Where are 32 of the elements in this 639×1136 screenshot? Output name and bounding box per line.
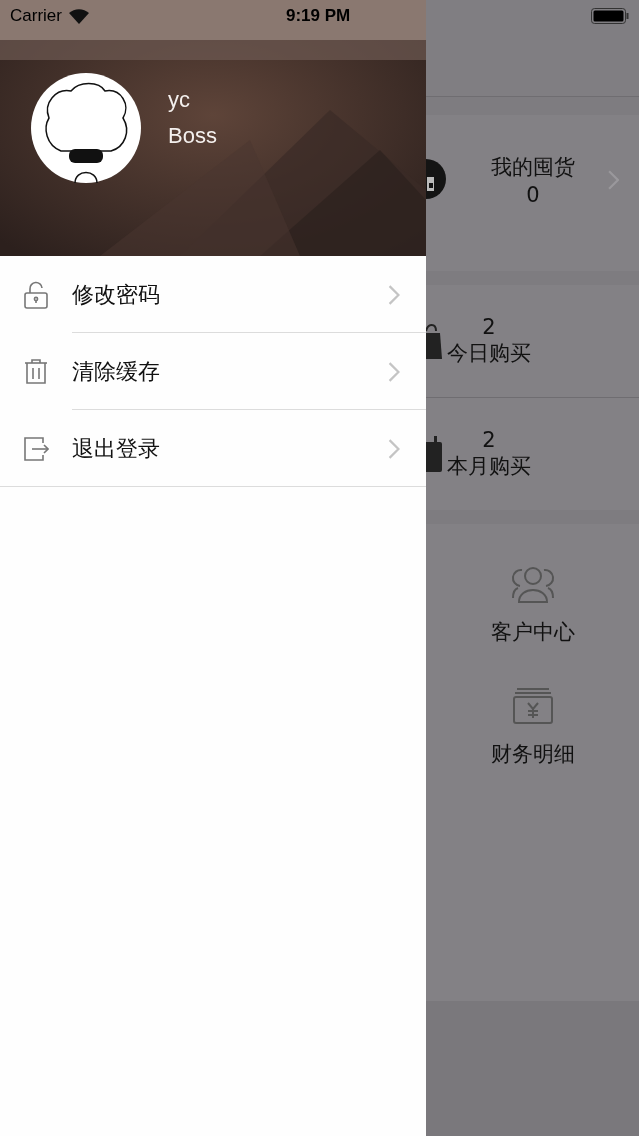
purchase-label: 今日购买: [447, 340, 531, 367]
user-role: Boss: [168, 123, 217, 149]
status-time: 9:19 PM: [286, 6, 351, 26]
wifi-icon: [68, 8, 89, 24]
stock-label: 我的囤货: [491, 154, 575, 181]
purchase-count: 2: [482, 315, 496, 339]
carrier-name: Carrier: [10, 6, 62, 26]
menu-item[interactable]: 退出登录: [0, 410, 426, 487]
house-icon: [426, 159, 446, 199]
trash-icon: [23, 357, 49, 386]
chevron-icon: [388, 438, 400, 459]
purchase-count: 2: [482, 428, 496, 452]
user-name: yc: [168, 87, 191, 113]
menu-item[interactable]: 修改密码: [0, 256, 426, 333]
stock-count: 0: [526, 183, 540, 207]
people-icon: [510, 564, 555, 604]
lock-icon: [23, 280, 49, 309]
avatar-icon: [31, 73, 141, 183]
calendar-icon: [426, 436, 442, 472]
bag-icon: [426, 323, 442, 359]
purchase-card[interactable]: 2 本月购买: [426, 397, 639, 510]
shortcut-item[interactable]: 财务明细: [490, 686, 575, 768]
chevron-icon: [388, 361, 400, 382]
stock-card[interactable]: 我的囤货 0: [426, 115, 639, 271]
purchase-card[interactable]: 2 今日购买: [426, 285, 639, 397]
logout-icon: [23, 434, 49, 463]
wallet-icon: [510, 686, 555, 726]
purchase-label: 本月购买: [447, 453, 531, 480]
shortcut-item[interactable]: 客户中心: [490, 564, 575, 646]
battery-icon: [591, 8, 629, 24]
chevron-icon: [388, 284, 400, 305]
menu-item[interactable]: 清除缓存: [0, 333, 426, 410]
